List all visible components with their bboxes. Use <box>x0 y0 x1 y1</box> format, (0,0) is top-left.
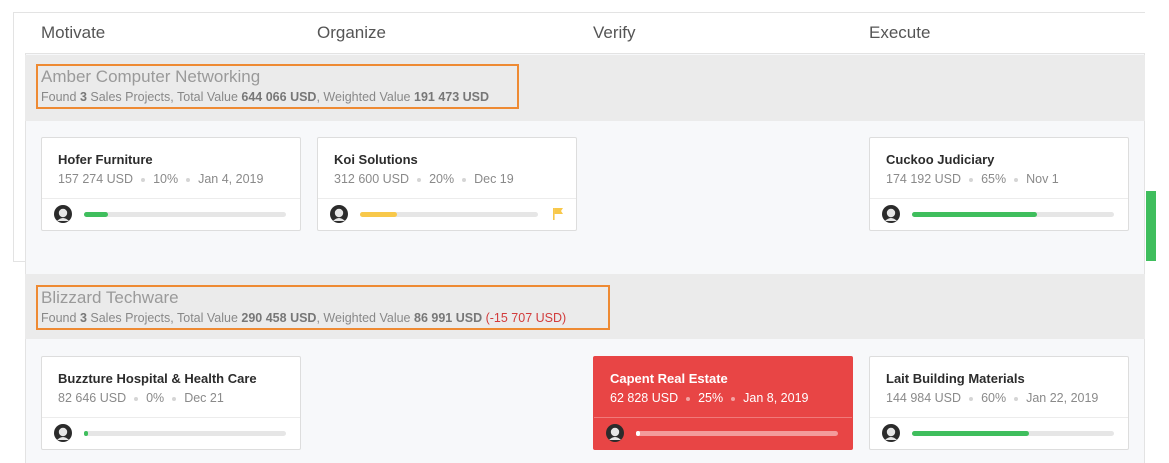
progress-bar <box>636 431 838 436</box>
deal-footer <box>318 198 576 231</box>
user-avatar-icon[interactable] <box>882 205 900 223</box>
deal-name: Cuckoo Judiciary <box>886 152 995 167</box>
progress-bar <box>912 212 1114 217</box>
deal-name: Hofer Furniture <box>58 152 153 167</box>
deal-footer <box>42 198 300 231</box>
progress-fill <box>84 212 109 217</box>
deal-name: Lait Building Materials <box>886 371 1025 386</box>
group-summary-box: Amber Computer Networking Found 3 Sales … <box>36 64 519 109</box>
scrollbar-thumb[interactable] <box>1146 191 1156 261</box>
progress-bar <box>912 431 1114 436</box>
stage-header-row: Motivate Organize Verify Execute <box>25 12 1145 54</box>
deal-card[interactable]: Buzzture Hospital & Health Care 82 646 U… <box>41 356 301 450</box>
deal-card[interactable]: Cuckoo Judiciary 174 192 USD 65% Nov 1 <box>869 137 1129 231</box>
progress-bar <box>360 212 538 217</box>
deal-card[interactable]: Hofer Furniture 157 274 USD 10% Jan 4, 201… <box>41 137 301 231</box>
group-summary: Found 3 Sales Projects, Total Value 290 … <box>41 311 567 325</box>
total-value: 290 458 USD <box>241 311 317 325</box>
deal-card-overdue[interactable]: Capent Real Estate 62 828 USD 25% Jan 8, 2… <box>593 356 853 450</box>
deal-name: Buzzture Hospital & Health Care <box>58 371 257 386</box>
progress-bar <box>84 431 286 436</box>
progress-fill <box>912 431 1030 436</box>
deal-card[interactable]: Lait Building Materials 144 984 USD 60% Ja… <box>869 356 1129 450</box>
deal-meta: 174 192 USD 65% Nov 1 <box>886 172 1059 186</box>
stage-motivate: Motivate <box>41 23 106 42</box>
deal-meta: 62 828 USD 25% Jan 8, 2019 <box>610 391 809 405</box>
total-value: 644 066 USD <box>241 90 317 104</box>
stage-execute: Execute <box>869 23 931 42</box>
deal-footer <box>594 417 852 450</box>
deal-name: Koi Solutions <box>334 152 418 167</box>
group-title: Amber Computer Networking <box>41 67 261 86</box>
weighted-value: 86 991 USD <box>414 311 483 325</box>
deal-meta: 82 646 USD 0% Dec 21 <box>58 391 224 405</box>
group-header[interactable]: Amber Computer Networking Found 3 Sales … <box>25 55 1145 121</box>
deal-meta: 144 984 USD 60% Jan 22, 2019 <box>886 391 1099 405</box>
deal-footer <box>870 417 1128 450</box>
deal-meta: 157 274 USD 10% Jan 4, 2019 <box>58 172 264 186</box>
deal-footer <box>42 417 300 450</box>
project-count: 3 <box>79 90 87 104</box>
progress-fill <box>84 431 89 436</box>
progress-fill <box>360 212 398 217</box>
deal-footer <box>870 198 1128 231</box>
user-avatar-icon[interactable] <box>882 424 900 442</box>
group-summary-box: Blizzard Techware Found 3 Sales Projects… <box>36 285 610 330</box>
stage-organize: Organize <box>317 23 386 42</box>
progress-fill <box>912 212 1038 217</box>
user-avatar-icon[interactable] <box>54 205 72 223</box>
group-title: Blizzard Techware <box>41 288 179 307</box>
group-header[interactable]: Blizzard Techware Found 3 Sales Projects… <box>25 274 1145 339</box>
project-count: 3 <box>79 311 87 325</box>
weighted-delta: (-15 707 USD) <box>485 311 567 325</box>
weighted-value: 191 473 USD <box>414 90 490 104</box>
deal-card[interactable]: Koi Solutions 312 600 USD 20% Dec 19 <box>317 137 577 231</box>
stage-verify: Verify <box>593 23 636 42</box>
deal-meta: 312 600 USD 20% Dec 19 <box>334 172 514 186</box>
progress-fill <box>636 431 641 436</box>
user-avatar-icon[interactable] <box>330 205 348 223</box>
deal-name: Capent Real Estate <box>610 371 728 386</box>
user-avatar-icon[interactable] <box>54 424 72 442</box>
user-avatar-icon[interactable] <box>606 424 624 442</box>
progress-bar <box>84 212 286 217</box>
group-summary: Found 3 Sales Projects, Total Value 644 … <box>41 90 490 104</box>
flag-icon[interactable] <box>552 207 564 221</box>
